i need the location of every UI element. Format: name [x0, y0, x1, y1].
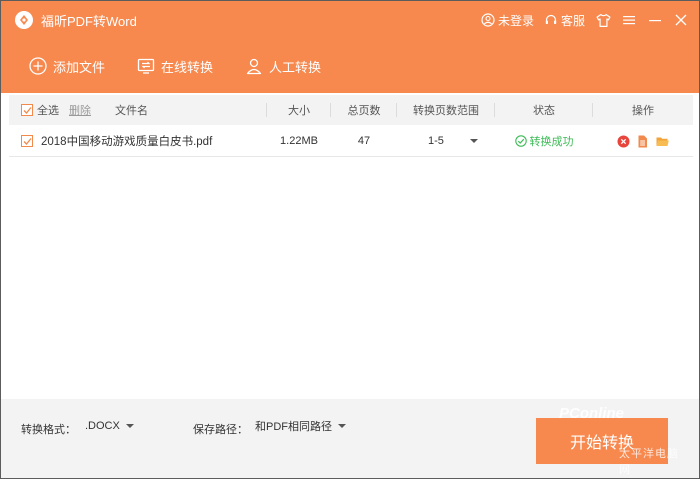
row-actions: [617, 135, 670, 148]
status-badge: 转换成功: [514, 133, 574, 149]
login-label: 未登录: [497, 13, 534, 28]
select-all-label[interactable]: 全选: [37, 102, 59, 118]
save-path-label: 保存路径：: [193, 424, 248, 436]
header-ops-label: 操作: [632, 105, 654, 117]
document-icon: [638, 135, 647, 147]
header-pages: 总页数: [331, 95, 397, 125]
row-size-cell: 1.22MB: [267, 126, 331, 156]
open-file-button[interactable]: [636, 135, 649, 148]
header-status: 状态: [495, 95, 593, 125]
menu-button[interactable]: [621, 12, 637, 28]
app-logo-icon: [15, 11, 33, 29]
delete-link[interactable]: 删除: [69, 102, 91, 118]
caret-down-icon: [470, 139, 478, 143]
page-range-value: 1-5: [428, 135, 444, 147]
start-convert-label: 开始转换: [569, 435, 634, 452]
online-convert-label: 在线转换: [161, 59, 214, 75]
login-button[interactable]: 未登录: [481, 12, 534, 29]
format-value: .DOCX: [85, 420, 120, 432]
caret-down-icon: [125, 424, 134, 428]
table-row[interactable]: 2018中国移动游戏质量白皮书.pdf 1.22MB 47 1-5 转换成功: [9, 126, 693, 157]
header-status-label: 状态: [533, 105, 555, 117]
person-icon: [246, 58, 262, 75]
remove-circle-icon: [617, 135, 629, 147]
start-convert-button[interactable]: 开始转换: [536, 418, 668, 464]
toolbar: 添加文件 在线转换 人工转换: [1, 39, 699, 93]
hamburger-menu-icon: [623, 16, 635, 25]
open-folder-button[interactable]: [655, 135, 670, 148]
close-icon: [675, 14, 687, 26]
manual-convert-button[interactable]: 人工转换: [239, 50, 327, 82]
app-window: 福昕PDF转Word 未登录 客服 添加文件 在线转换 人工转换 全选 删除 文…: [0, 0, 700, 479]
check-icon: [23, 106, 32, 114]
row-size: 1.22MB: [280, 135, 318, 147]
add-circle-icon: [29, 57, 47, 75]
header-size: 大小: [267, 95, 331, 125]
user-icon: [481, 13, 495, 27]
manual-convert-label: 人工转换: [269, 59, 322, 75]
caret-down-icon: [338, 424, 346, 428]
app-title: 福昕PDF转Word: [41, 13, 137, 29]
row-ops-cell: [593, 126, 693, 156]
save-path-value: 和PDF相同路径: [255, 421, 332, 433]
row-filename: 2018中国移动游戏质量白皮书.pdf: [41, 136, 213, 148]
minimize-icon: [649, 20, 661, 22]
header-pages-label: 总页数: [347, 105, 381, 117]
row-status-cell: 转换成功: [495, 126, 593, 156]
table-header: 全选 删除 文件名 大小 总页数 转换页数范围 状态 操作: [9, 95, 693, 125]
status-text: 转换成功: [529, 136, 574, 148]
bottom-bar: 转换格式： .DOCX 保存路径： 和PDF相同路径 开始转换 PConline…: [1, 399, 699, 478]
online-convert-button[interactable]: 在线转换: [131, 50, 219, 82]
minimize-button[interactable]: [647, 12, 663, 28]
skin-button[interactable]: [595, 12, 611, 28]
check-circle-icon: [514, 135, 527, 147]
save-path-dropdown[interactable]: 和PDF相同路径: [255, 417, 346, 435]
service-label: 客服: [560, 13, 585, 28]
row-checkbox[interactable]: [21, 135, 33, 147]
headset-icon: [545, 14, 557, 24]
row-file-cell: 2018中国移动游戏质量白皮书.pdf: [9, 126, 267, 156]
format-label: 转换格式：: [21, 424, 76, 436]
add-file-label: 添加文件: [53, 59, 106, 75]
row-pages-cell: 47: [331, 126, 397, 156]
service-button[interactable]: 客服: [544, 12, 585, 29]
select-all-checkbox[interactable]: [21, 104, 33, 116]
page-range-dropdown[interactable]: 1-5: [408, 130, 484, 152]
folder-icon: [656, 137, 669, 146]
remove-button[interactable]: [617, 135, 630, 148]
close-button[interactable]: [673, 12, 689, 28]
check-icon: [23, 137, 32, 145]
header-filename: 文件名: [105, 95, 267, 125]
convert-icon: [137, 58, 155, 74]
header-ops: 操作: [593, 95, 693, 125]
tshirt-icon: [595, 13, 611, 27]
header-range-label: 转换页数范围: [413, 105, 479, 117]
header-range: 转换页数范围: [397, 95, 495, 125]
header-size-label: 大小: [288, 105, 310, 117]
header-select-cell: 全选 删除: [9, 95, 105, 125]
row-pages: 47: [357, 135, 371, 147]
format-dropdown[interactable]: .DOCX: [85, 417, 134, 435]
title-bar: 福昕PDF转Word 未登录 客服: [1, 1, 699, 39]
header-filename-label: 文件名: [115, 105, 148, 117]
row-range-cell: 1-5: [397, 126, 495, 156]
title-right-controls: 未登录 客服: [481, 1, 689, 39]
add-file-button[interactable]: 添加文件: [23, 50, 111, 82]
